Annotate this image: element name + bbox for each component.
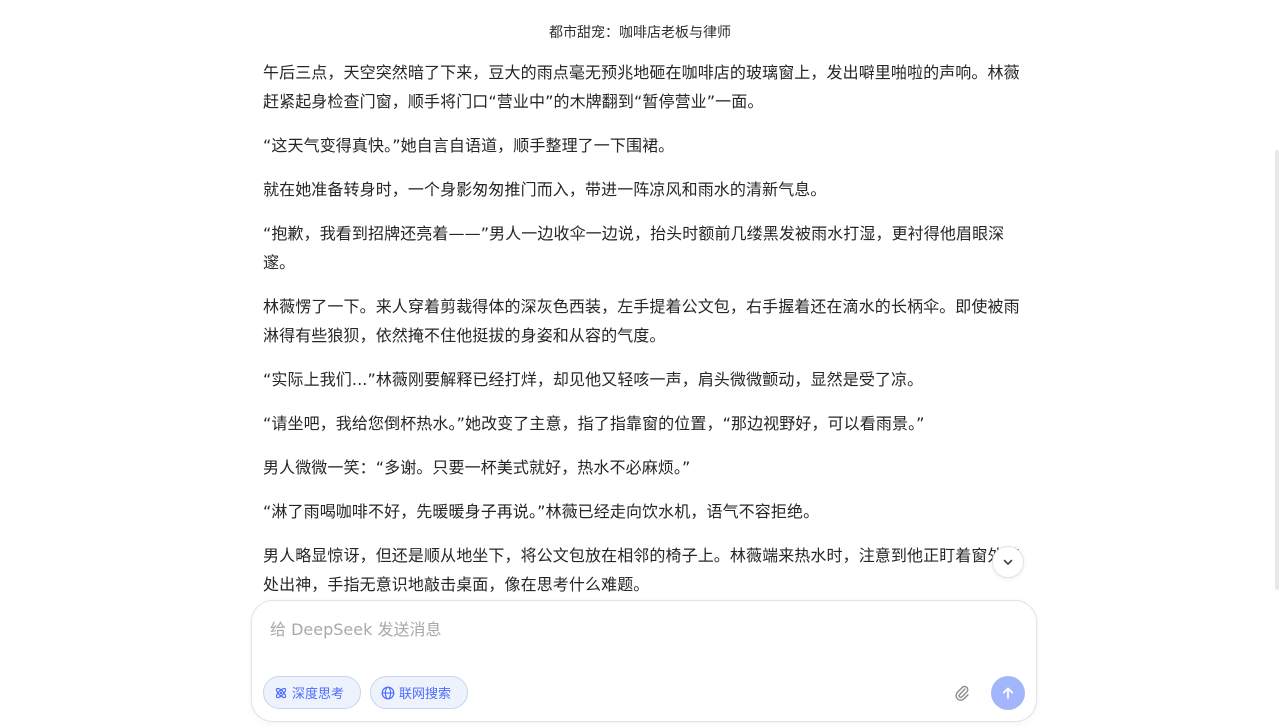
- story-paragraph: 林薇愣了一下。来人穿着剪裁得体的深灰色西装，左手提着公文包，右手握着还在滴水的长…: [263, 297, 1020, 345]
- message-input[interactable]: [270, 615, 1010, 643]
- chevron-down-icon: [1001, 555, 1015, 569]
- scrollbar-thumb[interactable]: [1275, 150, 1279, 590]
- story-paragraph: 男人略显惊讶，但还是顺从地坐下，将公文包放在相邻的椅子上。林薇端来热水时，注意到…: [263, 546, 1020, 594]
- story-paragraph: “这天气变得真快。”她自言自语道，顺手整理了一下围裙。: [263, 136, 675, 155]
- deep-think-label: 深度思考: [292, 687, 345, 702]
- atom-icon: [274, 686, 288, 700]
- paperclip-icon: [954, 684, 970, 702]
- chat-page: 都市甜宠：咖啡店老板与律师 午后三点，天空突然暗了下来，豆大的雨点毫无预兆地砸在…: [0, 0, 1280, 726]
- web-search-label: 联网搜索: [399, 687, 452, 702]
- story-paragraph: “淋了雨喝咖啡不好，先暖暖身子再说。”林薇已经走向饮水机，语气不容拒绝。: [263, 502, 820, 521]
- scroll-to-bottom-button[interactable]: [992, 546, 1024, 578]
- deep-think-toggle[interactable]: 深度思考: [263, 676, 361, 709]
- story-paragraph: “实际上我们...”林薇刚要解释已经打烊，却见他又轻咳一声，肩头微微颤动，显然是…: [263, 370, 924, 389]
- page-scrollbar[interactable]: [1272, 0, 1280, 726]
- story-content: 午后三点，天空突然暗了下来，豆大的雨点毫无预兆地砸在咖啡店的玻璃窗上，发出噼里啪…: [263, 58, 1031, 601]
- story-paragraph: 午后三点，天空突然暗了下来，豆大的雨点毫无预兆地砸在咖啡店的玻璃窗上，发出噼里啪…: [263, 63, 1020, 111]
- story-paragraph: “请坐吧，我给您倒杯热水。”她改变了主意，指了指靠窗的位置，“那边视野好，可以看…: [263, 414, 925, 433]
- arrow-up-icon: [1000, 685, 1016, 701]
- story-paragraph: 男人微微一笑：“多谢。只要一杯美式就好，热水不必麻烦。”: [263, 458, 691, 477]
- web-search-toggle[interactable]: 联网搜索: [370, 676, 468, 709]
- attach-file-button[interactable]: [951, 682, 973, 704]
- send-button[interactable]: [991, 676, 1025, 710]
- globe-icon: [381, 686, 395, 700]
- story-paragraph: “抱歉，我看到招牌还亮着——”男人一边收伞一边说，抬头时额前几缕黑发被雨水打湿，…: [263, 224, 1005, 272]
- message-composer: [251, 600, 1037, 722]
- story-paragraph: 就在她准备转身时，一个身影匆匆推门而入，带进一阵凉风和雨水的清新气息。: [263, 180, 827, 199]
- conversation-title: 都市甜宠：咖啡店老板与律师: [549, 25, 731, 41]
